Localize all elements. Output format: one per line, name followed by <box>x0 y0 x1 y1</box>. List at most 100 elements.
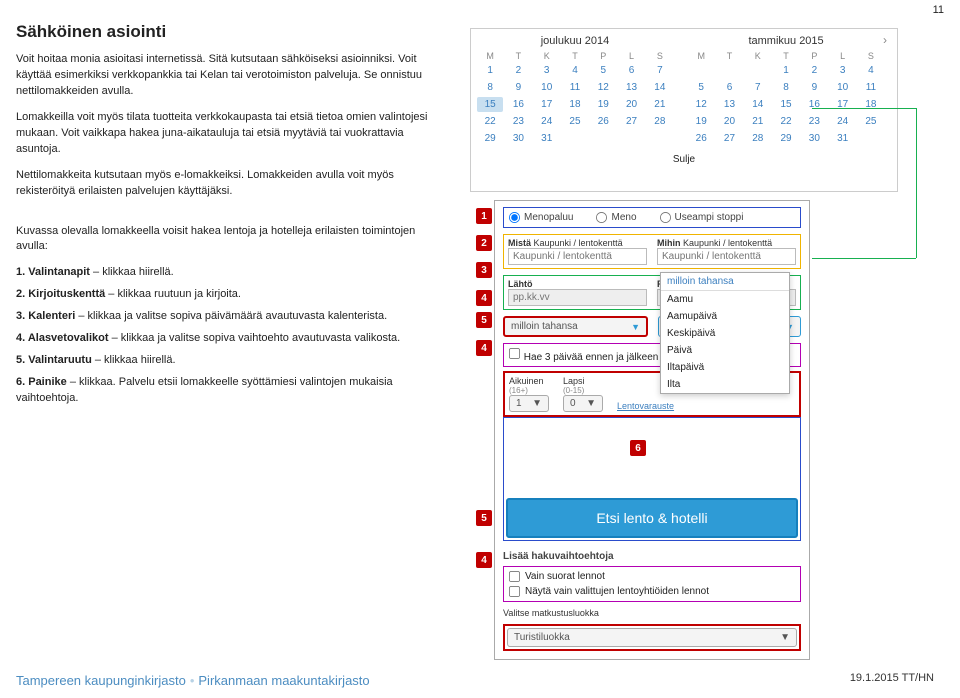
calendar-day[interactable]: 11 <box>562 80 588 95</box>
from-input[interactable] <box>508 248 647 265</box>
calendar-day[interactable]: 16 <box>505 97 531 112</box>
calendar-next-icon[interactable]: › <box>883 33 887 47</box>
search-button[interactable]: Etsi lento & hotelli <box>506 498 798 538</box>
calendar-day[interactable]: 8 <box>773 80 799 95</box>
calendar-day[interactable]: 29 <box>773 131 799 146</box>
calendar-day[interactable]: 20 <box>716 114 742 129</box>
radio-return[interactable]: Menopaluu <box>508 211 573 224</box>
legend-3: 3. Kalenteri – klikkaa ja valitse sopiva… <box>16 309 446 325</box>
calendar-day[interactable]: 29 <box>477 131 503 146</box>
calendar-day[interactable]: 27 <box>716 131 742 146</box>
badge-5b: 5 <box>476 510 492 526</box>
calendar-day[interactable]: 25 <box>858 114 884 129</box>
calendar-close[interactable]: Sulje <box>477 154 891 165</box>
direct-only-check[interactable]: Vain suorat lennot <box>508 570 796 583</box>
calendar-day[interactable]: 11 <box>858 80 884 95</box>
calendar-day[interactable]: 12 <box>688 97 714 112</box>
calendar-day[interactable]: 8 <box>477 80 503 95</box>
plus-minus-3-check[interactable]: Hae 3 päivää ennen ja jälkeen <box>508 347 658 363</box>
calendar-day[interactable]: 22 <box>477 114 503 129</box>
calendar-day[interactable]: 24 <box>534 114 560 129</box>
calendar-day[interactable]: 21 <box>745 114 771 129</box>
calendar-popup[interactable]: › joulukuu 2014 MTKTPLS 1234567891011121… <box>470 28 898 192</box>
airlines-only-check[interactable]: Näytä vain valittujen lentoyhtiöiden len… <box>508 585 796 598</box>
time-option[interactable]: Aamu <box>661 291 789 308</box>
calendar-day-header: K <box>534 51 560 61</box>
calendar-day[interactable]: 9 <box>801 80 827 95</box>
calendar-day-header: T <box>562 51 588 61</box>
calendar-day[interactable]: 26 <box>590 114 616 129</box>
calendar-day[interactable]: 17 <box>534 97 560 112</box>
radio-oneway-input[interactable] <box>596 212 607 223</box>
calendar-day[interactable]: 27 <box>618 114 644 129</box>
calendar-day[interactable]: 1 <box>773 63 799 78</box>
calendar-day[interactable]: 22 <box>773 114 799 129</box>
time-option[interactable]: Aamupäivä <box>661 308 789 325</box>
radio-oneway[interactable]: Meno <box>595 211 636 224</box>
calendar-day[interactable]: 9 <box>505 80 531 95</box>
calendar-day[interactable]: 25 <box>562 114 588 129</box>
calendar-day[interactable]: 17 <box>829 97 855 112</box>
calendar-day[interactable]: 4 <box>858 63 884 78</box>
calendar-day[interactable]: 15 <box>477 97 503 112</box>
calendar-day[interactable]: 30 <box>505 131 531 146</box>
calendar-title-dec: joulukuu 2014 <box>477 35 673 47</box>
calendar-day[interactable]: 10 <box>829 80 855 95</box>
calendar-day[interactable]: 16 <box>801 97 827 112</box>
calendar-day[interactable]: 18 <box>858 97 884 112</box>
child-select[interactable]: 0▼ <box>563 395 603 412</box>
radio-multi[interactable]: Useampi stoppi <box>659 211 744 224</box>
calendar-day[interactable]: 14 <box>745 97 771 112</box>
calendar-day[interactable]: 7 <box>745 80 771 95</box>
calendar-day[interactable]: 2 <box>505 63 531 78</box>
calendar-day[interactable]: 28 <box>745 131 771 146</box>
calendar-day[interactable]: 24 <box>829 114 855 129</box>
to-input[interactable] <box>657 248 796 265</box>
time-option[interactable]: Ilta <box>661 376 789 393</box>
depart-time-select[interactable]: milloin tahansa▼ <box>503 316 648 337</box>
calendar-day[interactable]: 20 <box>618 97 644 112</box>
paragraph-2: Lomakkeilla voit myös tilata tuotteita v… <box>16 110 446 158</box>
calendar-day[interactable]: 23 <box>505 114 531 129</box>
time-option[interactable]: Keskipäivä <box>661 325 789 342</box>
calendar-day[interactable]: 5 <box>688 80 714 95</box>
calendar-day[interactable]: 18 <box>562 97 588 112</box>
calendar-day[interactable]: 31 <box>829 131 855 146</box>
calendar-day[interactable]: 26 <box>688 131 714 146</box>
calendar-day[interactable]: 2 <box>801 63 827 78</box>
time-option[interactable]: Päivä <box>661 342 789 359</box>
class-select[interactable]: Turistiluokka▼ <box>507 628 797 647</box>
calendar-day[interactable]: 12 <box>590 80 616 95</box>
calendar-day[interactable]: 30 <box>801 131 827 146</box>
calendar-day[interactable]: 14 <box>647 80 673 95</box>
radio-return-input[interactable] <box>509 212 520 223</box>
calendar-day[interactable]: 28 <box>647 114 673 129</box>
search-form: Menopaluu Meno Useampi stoppi Mistä Kaup… <box>494 200 810 660</box>
calendar-day[interactable]: 21 <box>647 97 673 112</box>
calendar-day[interactable]: 13 <box>618 80 644 95</box>
calendar-day[interactable]: 31 <box>534 131 560 146</box>
calendar-day[interactable]: 6 <box>716 80 742 95</box>
depart-input[interactable] <box>508 289 647 306</box>
calendar-day[interactable]: 19 <box>688 114 714 129</box>
time-option[interactable]: Iltapäivä <box>661 359 789 376</box>
calendar-day[interactable]: 3 <box>534 63 560 78</box>
adult-select[interactable]: 1▼ <box>509 395 549 412</box>
calendar-day[interactable]: 23 <box>801 114 827 129</box>
time-dropdown-panel[interactable]: milloin tahansaAamuAamupäiväKeskipäiväPä… <box>660 272 790 394</box>
calendar-day-header: S <box>858 51 884 61</box>
calendar-day[interactable]: 4 <box>562 63 588 78</box>
arrow-line-vert <box>916 108 917 258</box>
booking-link[interactable]: Lentovarauste <box>617 401 674 411</box>
calendar-day[interactable]: 19 <box>590 97 616 112</box>
calendar-day[interactable]: 3 <box>829 63 855 78</box>
calendar-day[interactable]: 15 <box>773 97 799 112</box>
calendar-day[interactable]: 7 <box>647 63 673 78</box>
calendar-day[interactable]: 5 <box>590 63 616 78</box>
calendar-day[interactable]: 13 <box>716 97 742 112</box>
calendar-day[interactable]: 1 <box>477 63 503 78</box>
calendar-day[interactable]: 6 <box>618 63 644 78</box>
calendar-day[interactable]: 10 <box>534 80 560 95</box>
time-option[interactable]: milloin tahansa <box>661 273 789 291</box>
radio-multi-input[interactable] <box>659 212 670 223</box>
